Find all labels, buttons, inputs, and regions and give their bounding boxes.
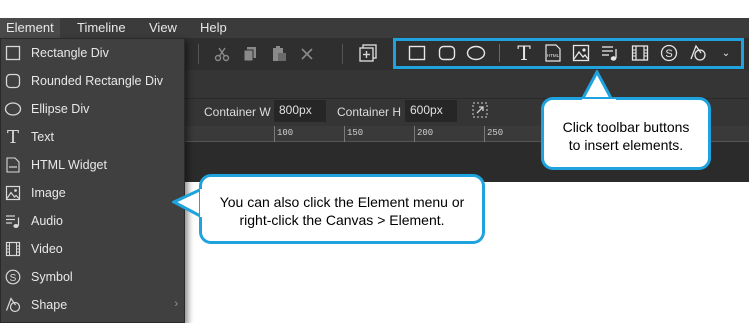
ruler-tick [344, 126, 345, 142]
menu-item-label: Audio [31, 214, 63, 228]
menu-item-image[interactable]: Image [1, 179, 184, 207]
menu-view[interactable]: View [143, 18, 183, 38]
rectangle-icon [3, 43, 23, 63]
element-menu: Rectangle Div Rounded Rectangle Div Elli… [0, 38, 185, 323]
menu-help[interactable]: Help [194, 18, 233, 38]
audio-icon [3, 211, 23, 231]
menu-bar: Element Timeline View Help [0, 18, 749, 38]
submenu-arrow-icon: › [174, 298, 178, 310]
callout-pointer [580, 70, 614, 100]
text-icon: T [6, 126, 19, 148]
menu-item-label: Text [31, 130, 54, 144]
menu-timeline[interactable]: Timeline [71, 18, 132, 38]
container-height-label: Container H [337, 105, 402, 119]
menu-item-label: Image [31, 186, 66, 200]
toolbar-separator [342, 44, 343, 64]
menu-item-video[interactable]: Video [1, 235, 184, 263]
ellipse-icon [3, 99, 23, 119]
callout-pointer-joint [582, 99, 616, 103]
container-width-label: Container W [204, 105, 271, 119]
toolbar-callout: Click toolbar buttons to insert elements… [541, 97, 711, 170]
paste-icon[interactable] [269, 44, 289, 64]
ruler-label: 100 [277, 128, 294, 138]
ruler-label: 250 [487, 128, 504, 138]
add-container-icon[interactable] [358, 43, 378, 63]
container-height-input[interactable]: 600px [405, 100, 457, 122]
menu-item-label: Rounded Rectangle Div [31, 74, 164, 88]
video-icon [3, 239, 23, 259]
menu-item-label: Shape [31, 298, 68, 312]
container-width-input[interactable]: 800px [274, 100, 326, 122]
ruler-tick [274, 126, 275, 142]
callout-text-line: right-click the Canvas > Element. [239, 212, 445, 228]
menu-item-html-widget[interactable]: HTML Widget [1, 151, 184, 179]
callout-text-line: to insert elements. [568, 137, 684, 153]
menu-item-audio[interactable]: Audio [1, 207, 184, 235]
menu-item-symbol[interactable]: S Symbol [1, 263, 184, 291]
rounded-rectangle-icon [3, 71, 23, 91]
menu-item-ellipse-div[interactable]: Ellipse Div [1, 95, 184, 123]
callout-text-line: You can also click the Element menu or [219, 194, 465, 210]
menu-item-shape[interactable]: Shape › [1, 291, 184, 319]
menu-item-label: Video [31, 242, 63, 256]
callout-pointer-joint [200, 189, 205, 217]
menu-item-label: Ellipse Div [31, 102, 90, 116]
symbol-icon: S [3, 267, 23, 287]
cut-icon[interactable] [212, 44, 232, 64]
menu-item-label: Rectangle Div [31, 46, 109, 60]
ruler-tick [414, 126, 415, 142]
toolbar-separator [198, 44, 199, 64]
menu-element[interactable]: Element [0, 18, 60, 38]
insert-tools-highlight [393, 38, 744, 69]
html-widget-icon [3, 155, 23, 175]
symbol-menu-icon-text: S [10, 273, 17, 284]
image-icon [3, 183, 23, 203]
shape-icon [3, 295, 23, 315]
ruler-tick [484, 126, 485, 142]
copy-icon[interactable] [240, 44, 260, 64]
ruler-label: 150 [347, 128, 364, 138]
menu-item-label: Symbol [31, 270, 73, 284]
menu-item-label: HTML Widget [31, 158, 107, 172]
menu-item-rounded-rectangle-div[interactable]: Rounded Rectangle Div [1, 67, 184, 95]
ruler-label: 200 [417, 128, 434, 138]
callout-text-line: Click toolbar buttons [562, 119, 690, 135]
menu-callout: You can also click the Element menu or r… [199, 174, 485, 244]
menu-item-text[interactable]: T Text [1, 123, 184, 151]
delete-icon[interactable] [297, 44, 317, 64]
menu-item-rectangle-div[interactable]: Rectangle Div [1, 39, 184, 67]
resize-container-icon[interactable] [470, 100, 490, 120]
